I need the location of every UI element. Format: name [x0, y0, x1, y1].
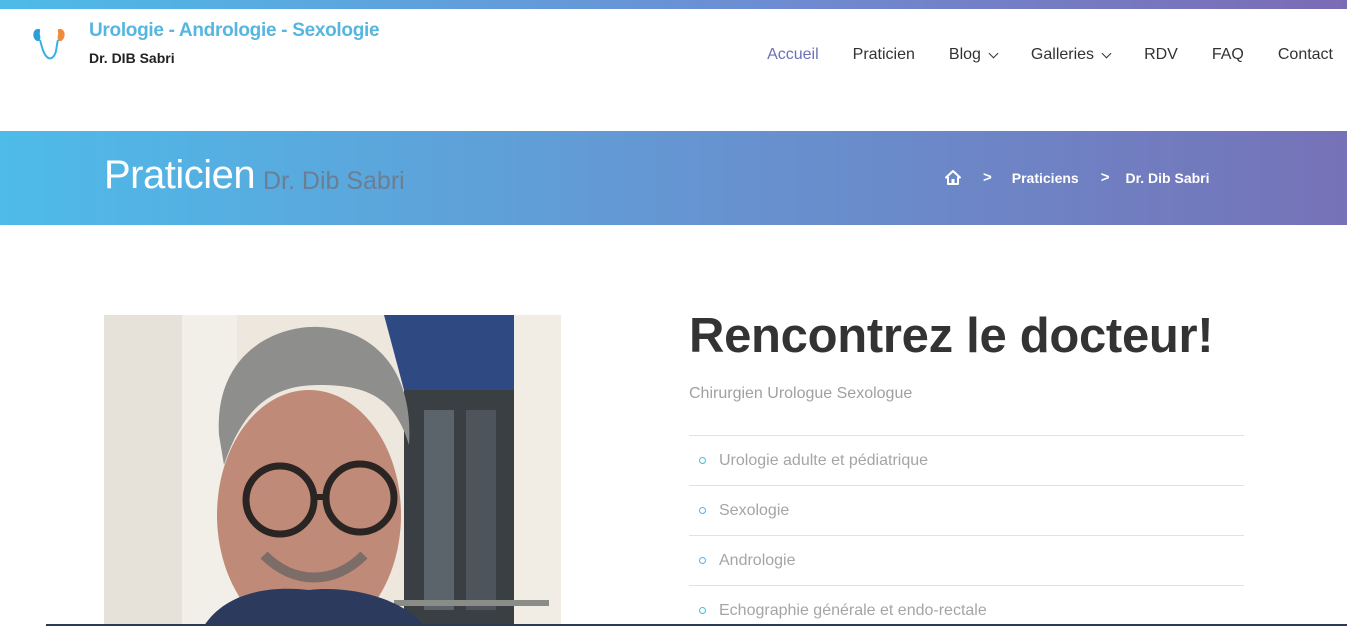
list-item: Sexologie [689, 486, 1244, 536]
nav-label: Contact [1277, 46, 1333, 63]
circle-bullet-icon [699, 607, 706, 614]
nav-item-accueil[interactable]: Accueil [767, 46, 819, 64]
site-title[interactable]: Urologie - Andrologie - Sexologie [89, 20, 380, 42]
list-item: Andrologie [689, 536, 1244, 586]
home-icon[interactable] [945, 170, 961, 185]
nav-item-rdv[interactable]: RDV [1144, 46, 1178, 64]
list-item: Echographie générale et endo-rectale [689, 586, 1244, 635]
nav-item-praticien[interactable]: Praticien [853, 46, 915, 64]
site-subtitle: Dr. DIB Sabri [89, 50, 175, 66]
list-item: Urologie adulte et pédiatrique [689, 436, 1244, 486]
doctor-photo [104, 315, 561, 626]
breadcrumb-item-current: Dr. Dib Sabri [1125, 169, 1210, 186]
nav-item-contact[interactable]: Contact [1278, 46, 1333, 64]
nav-item-galleries[interactable]: Galleries [1030, 46, 1112, 64]
main-nav: Accueil Praticien Blog Galleries RDV FAQ… [733, 46, 1333, 64]
page-title: Praticien [104, 153, 256, 197]
chevron-down-icon [1101, 48, 1112, 58]
nav-label: Galleries [1030, 46, 1095, 63]
chevron-down-icon [988, 48, 999, 58]
breadcrumb: > Praticiens > Dr. Dib Sabri [945, 169, 1210, 186]
breadcrumb-separator: > [983, 169, 992, 186]
page-subtitle: Dr. Dib Sabri [263, 167, 405, 195]
nav-label: FAQ [1211, 46, 1244, 63]
circle-bullet-icon [699, 557, 706, 564]
site-header: Urologie - Andrologie - Sexologie Dr. DI… [0, 9, 1347, 131]
specialties-list: Urologie adulte et pédiatrique Sexologie… [689, 435, 1244, 635]
specialty-label: Echographie générale et endo-rectale [719, 601, 987, 619]
circle-bullet-icon [699, 457, 706, 464]
main-subheading: Chirurgien Urologue Sexologue [689, 385, 913, 402]
page-title-banner: Praticien Dr. Dib Sabri > Praticiens > D… [0, 131, 1347, 225]
nav-label: Accueil [767, 46, 819, 63]
kidney-logo-icon[interactable] [30, 25, 70, 65]
specialty-label: Andrologie [719, 551, 796, 569]
breadcrumb-separator: > [1100, 169, 1110, 186]
nav-label: RDV [1144, 46, 1178, 63]
circle-bullet-icon [699, 507, 706, 514]
specialty-label: Sexologie [719, 501, 790, 519]
top-accent-bar [0, 0, 1347, 9]
nav-item-blog[interactable]: Blog [948, 46, 999, 64]
nav-label: Praticien [852, 46, 915, 63]
specialty-label: Urologie adulte et pédiatrique [719, 451, 929, 469]
nav-label: Blog [948, 46, 981, 63]
nav-item-faq[interactable]: FAQ [1212, 46, 1244, 64]
breadcrumb-item-praticiens[interactable]: Praticiens [1012, 170, 1079, 186]
main-heading: Rencontrez le docteur! [689, 309, 1214, 363]
